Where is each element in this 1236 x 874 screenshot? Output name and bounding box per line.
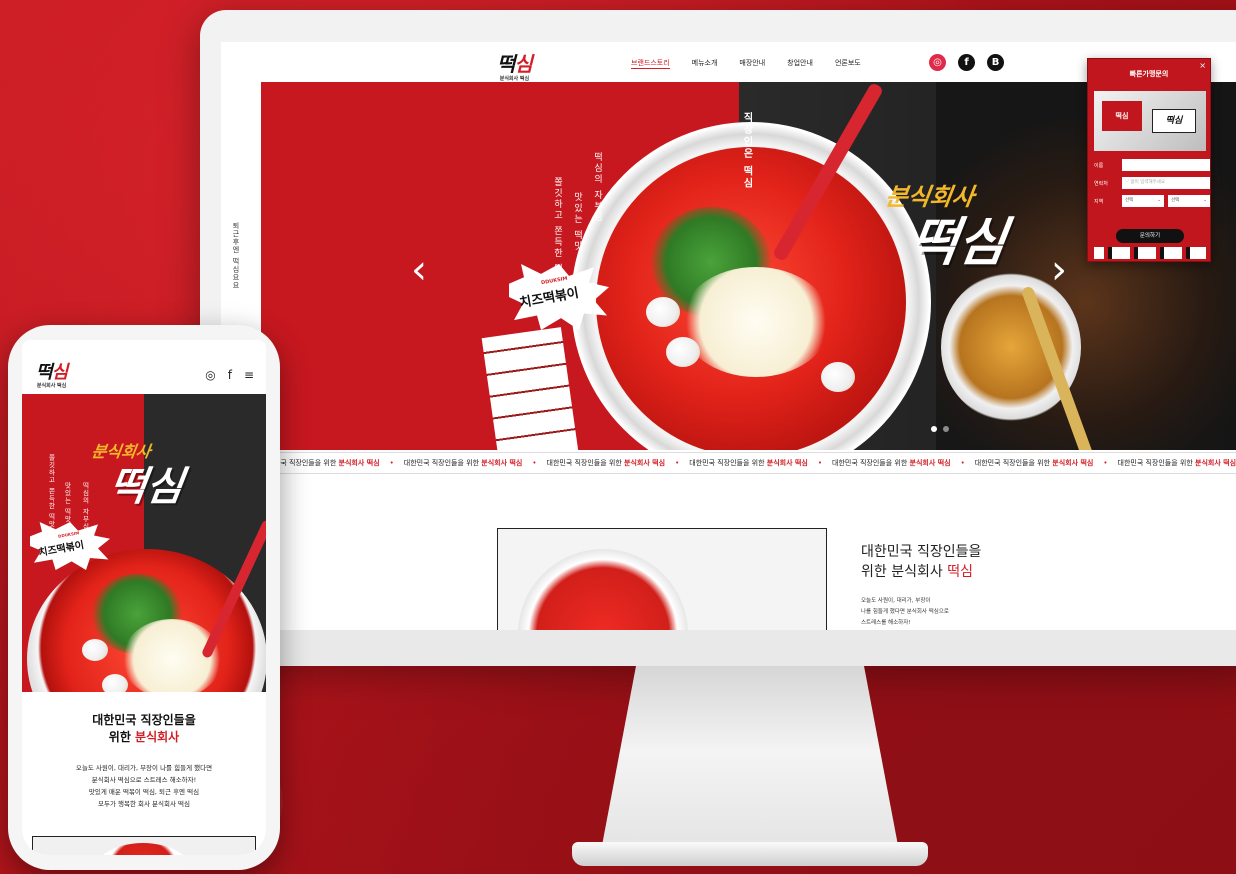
ticker-separator: • bbox=[817, 459, 822, 467]
nav-item-stores[interactable]: 매장안내 bbox=[739, 58, 765, 69]
intro-title-line1: 대한민국 직장인들을 bbox=[861, 544, 982, 560]
ticker-separator: • bbox=[960, 459, 965, 467]
nav-item-brand-story[interactable]: 브랜드스토리 bbox=[631, 58, 670, 69]
logo-tagline: 분식회사 떡심 bbox=[499, 76, 530, 82]
mobile-hero-vertical-text: 떡심의 자부심 bbox=[81, 482, 89, 531]
hero-egg bbox=[646, 297, 680, 327]
name-label: 이름 bbox=[1094, 162, 1104, 169]
mobile-hero: 쫄깃하고 쫀득한 떡맛 맛있는 떡맛 떡심의 자부심 분식회사 떡심 DDUKS… bbox=[22, 394, 266, 692]
slider-next-button[interactable]: › bbox=[1051, 250, 1067, 290]
nav-item-menu[interactable]: 메뉴소개 bbox=[692, 58, 718, 69]
ticker-separator: • bbox=[532, 459, 537, 467]
mobile-hero-brand-main: 떡심 bbox=[106, 464, 187, 510]
hero-egg bbox=[821, 362, 855, 392]
hero-towel-image bbox=[481, 327, 581, 450]
chevron-down-icon: ⌄ bbox=[1203, 198, 1207, 203]
monitor-chin bbox=[200, 630, 1236, 666]
popup-region-row: 지역 선택 ⌄ 선택 ⌄ bbox=[1094, 195, 1214, 207]
region-select-2[interactable]: 선택 ⌄ bbox=[1168, 195, 1210, 207]
slider-dot[interactable] bbox=[931, 426, 937, 432]
mobile-desc-line: 오늘도 사원이, 대리가, 부장이 나를 힘들게 했다면 bbox=[75, 764, 213, 772]
mobile-header-icons: ◎ f ≡ bbox=[205, 368, 254, 382]
mobile-desc-line: 맛있게 매운 떡볶이 떡심, 퇴근 후엔 떡심 bbox=[88, 788, 200, 796]
region-label: 지역 bbox=[1094, 198, 1104, 205]
desktop-screen: 떡심 분식회사 떡심 브랜드스토리 메뉴소개 매장안내 창업안내 언론보도 ◎ … bbox=[221, 42, 1236, 630]
region-select-1[interactable]: 선택 ⌄ bbox=[1122, 195, 1164, 207]
intro-description: 오늘도 사원이, 대리가, 부장이 나를 힘들게 했다면 분식회사 떡심으로 스… bbox=[861, 596, 949, 629]
hero-vertical-text: 직장인은 떡심 bbox=[741, 112, 752, 190]
hero-egg bbox=[666, 337, 700, 367]
franchise-inquiry-popup: 빠른가맹문의 × 떡심 떡심 이름 연락처 '-' 없이 입력해주세요 지역 선… bbox=[1087, 58, 1211, 262]
phone-label: 연락처 bbox=[1094, 180, 1108, 187]
close-icon[interactable]: × bbox=[1199, 61, 1206, 70]
popup-title: 빠른가맹문의 bbox=[1129, 70, 1169, 78]
intro-bowl-image bbox=[518, 549, 688, 630]
hero-brand-main: 떡심 bbox=[906, 213, 1011, 273]
slider-dots bbox=[931, 426, 949, 432]
instagram-icon[interactable]: ◎ bbox=[929, 54, 946, 71]
mobile-hero-egg bbox=[82, 639, 108, 661]
ticker-item: 대한민국 직장인들을 위한 분식회사 떡심 bbox=[546, 458, 666, 467]
ticker-item: 대한민국 직장인들을 위한 분식회사 떡심 bbox=[403, 458, 523, 467]
monitor-stand-base bbox=[572, 842, 928, 866]
popup-name-row: 이름 bbox=[1094, 159, 1210, 171]
mobile-header: 떡심 분식회사 떡심 ◎ f ≡ bbox=[22, 340, 266, 394]
inquiry-submit-button[interactable]: 문의하기 bbox=[1116, 229, 1184, 243]
monitor-stand bbox=[600, 666, 900, 856]
mobile-desc-line: 분식회사 떡심으로 스트레스 해소하자! bbox=[91, 776, 197, 784]
ticker-separator: • bbox=[675, 459, 680, 467]
intro-desc-line: 나를 힘들게 했다면 분식회사 떡심으로 bbox=[861, 609, 949, 615]
nav-item-press[interactable]: 언론보도 bbox=[835, 58, 861, 69]
intro-desc-line: 스트레스를 해소하자! bbox=[861, 620, 911, 626]
ticker-item: 대한민국 직장인들을 위한 분식회사 떡심 bbox=[974, 458, 1094, 467]
ticker-item: 대한민국 직장인들을 위한 분식회사 떡심 bbox=[832, 458, 951, 467]
popup-decoration-bar bbox=[1094, 247, 1206, 259]
nav-item-franchise[interactable]: 창업안내 bbox=[787, 58, 813, 69]
name-field[interactable] bbox=[1122, 159, 1210, 171]
intro-title: 대한민국 직장인들을 위한 분식회사 떡심 bbox=[861, 542, 981, 582]
mobile-hero-vertical-text: 쫄깃하고 쫀득한 떡맛 bbox=[47, 454, 55, 528]
mobile-intro-bowl bbox=[93, 843, 193, 855]
ticker-separator: • bbox=[1103, 459, 1108, 467]
instagram-icon[interactable]: ◎ bbox=[205, 368, 215, 382]
hero-cheese bbox=[681, 267, 831, 377]
marquee-ticker: 대한민국 직장인들을 위한 분식회사 떡심 • 대한민국 직장인들을 위한 분식… bbox=[261, 452, 1236, 474]
facebook-icon[interactable]: f bbox=[958, 54, 975, 71]
mobile-desc-line: 모두가 행복한 회사 분식회사 떡심 bbox=[98, 800, 190, 808]
mobile-logo[interactable]: 떡심 분식회사 떡심 bbox=[36, 358, 68, 389]
popup-phone-row: 연락처 '-' 없이 입력해주세요 bbox=[1094, 177, 1210, 189]
facebook-icon[interactable]: f bbox=[228, 368, 232, 382]
ticker-item: 대한민국 직장인들을 위한 분식회사 떡심 bbox=[1117, 458, 1236, 467]
intro-title-line2: 위한 분식회사 떡심 bbox=[861, 564, 973, 580]
hero-vertical-text: 맛있는 떡맛 bbox=[572, 192, 582, 252]
mobile-intro-description: 오늘도 사원이, 대리가, 부장이 나를 힘들게 했다면 분식회사 떡심으로 스… bbox=[22, 762, 266, 810]
popup-store-image: 떡심 떡심 bbox=[1094, 91, 1206, 151]
blog-icon[interactable]: B bbox=[987, 54, 1004, 71]
popup-store-sign: 떡심 bbox=[1152, 109, 1196, 133]
main-nav: 브랜드스토리 메뉴소개 매장안내 창업안내 언론보도 bbox=[631, 58, 861, 69]
phone-field[interactable]: '-' 없이 입력해주세요 bbox=[1122, 177, 1210, 189]
slider-prev-button[interactable]: ‹ bbox=[411, 250, 427, 290]
social-links: ◎ f B bbox=[929, 54, 1004, 71]
site-logo[interactable]: 떡심 분식회사 떡심 bbox=[497, 48, 533, 82]
mobile-screen: 떡심 분식회사 떡심 ◎ f ≡ 쫄깃하고 쫀득한 떡맛 맛있는 떡맛 떡심의 … bbox=[22, 340, 266, 855]
side-vertical-label: 퇴근후엔 떡심요요 bbox=[232, 222, 240, 290]
slider-dot[interactable] bbox=[943, 426, 949, 432]
ticker-item: 대한민국 직장인들을 위한 분식회사 떡심 bbox=[689, 458, 808, 467]
ticker-separator: • bbox=[389, 459, 394, 467]
hero-vertical-text: 떡심의 자부심 bbox=[592, 152, 602, 223]
mobile-intro-title: 대한민국 직장인들을 위한 분식회사 bbox=[92, 713, 196, 744]
mobile-hero-egg bbox=[102, 674, 128, 692]
chevron-down-icon: ⌄ bbox=[1157, 198, 1161, 203]
logo-text-b: 심 bbox=[514, 52, 532, 76]
popup-store-sign-red: 떡심 bbox=[1102, 101, 1142, 131]
site-header: 떡심 분식회사 떡심 브랜드스토리 메뉴소개 매장안내 창업안내 언론보도 ◎ … bbox=[221, 42, 1236, 82]
mobile-intro-image bbox=[32, 836, 256, 855]
intro-image bbox=[497, 528, 827, 630]
logo-text-a: 떡 bbox=[497, 52, 515, 76]
mobile-hero-vertical-text: 맛있는 떡맛 bbox=[63, 482, 71, 523]
intro-desc-line: 오늘도 사원이, 대리가, 부장이 bbox=[861, 598, 931, 604]
hamburger-menu-icon[interactable]: ≡ bbox=[244, 368, 254, 382]
